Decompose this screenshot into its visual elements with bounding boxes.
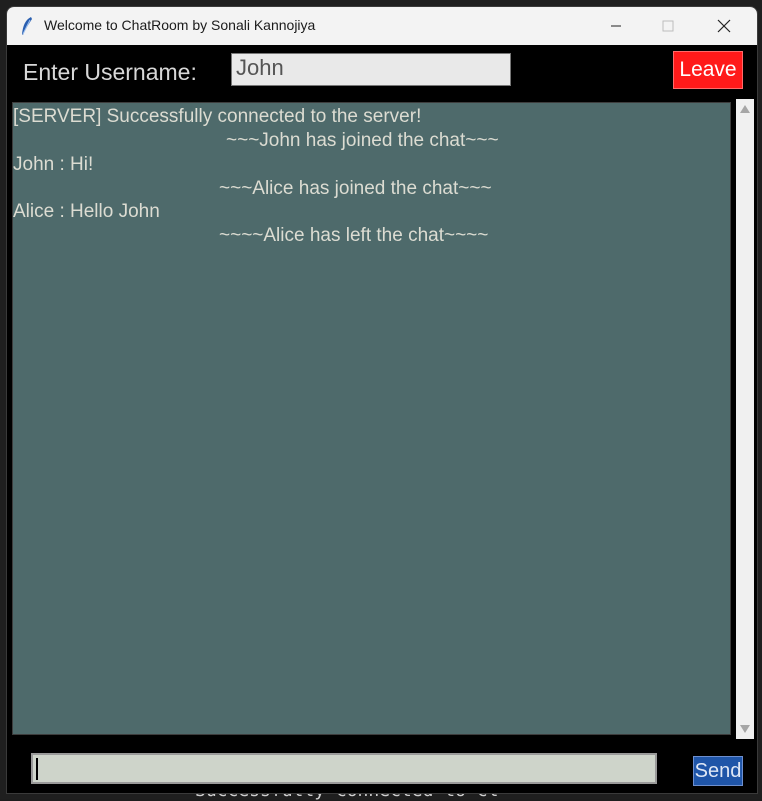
maximize-button[interactable]	[643, 7, 693, 45]
chat-message: Alice : Hello John	[13, 201, 160, 222]
title-bar[interactable]: Welcome to ChatRoom by Sonali Kannojiya	[7, 7, 757, 46]
text-caret	[36, 758, 38, 780]
chat-message: ~~~Alice has joined the chat~~~	[219, 178, 492, 199]
chat-scrollbar[interactable]	[736, 99, 754, 739]
feather-icon	[22, 17, 32, 35]
username-input[interactable]: John	[231, 53, 511, 86]
chat-messages-area[interactable]: [SERVER] Successfully connected to the s…	[12, 102, 731, 735]
message-input[interactable]	[31, 753, 657, 784]
close-button[interactable]	[699, 7, 749, 45]
window-title: Welcome to ChatRoom by Sonali Kannojiya	[44, 17, 316, 33]
username-label: Enter Username:	[23, 59, 197, 85]
chat-message: [SERVER] Successfully connected to the s…	[13, 106, 422, 127]
scroll-up-arrow-icon[interactable]	[740, 105, 750, 113]
close-icon	[717, 19, 731, 33]
send-button[interactable]: Send	[693, 756, 743, 786]
chat-message: John : Hi!	[13, 154, 94, 175]
scroll-down-arrow-icon[interactable]	[740, 725, 750, 733]
maximize-icon	[662, 20, 674, 32]
chat-message: ~~~John has joined the chat~~~	[226, 130, 499, 151]
leave-button[interactable]: Leave	[673, 51, 743, 89]
footer-bar: Send	[7, 739, 757, 793]
minimize-icon	[611, 25, 621, 27]
header-bar: Enter Username: John Leave	[7, 45, 757, 100]
chatroom-window: Welcome to ChatRoom by Sonali Kannojiya …	[6, 6, 758, 794]
chat-message: ~~~~Alice has left the chat~~~~	[219, 225, 489, 246]
minimize-button[interactable]	[591, 7, 641, 45]
